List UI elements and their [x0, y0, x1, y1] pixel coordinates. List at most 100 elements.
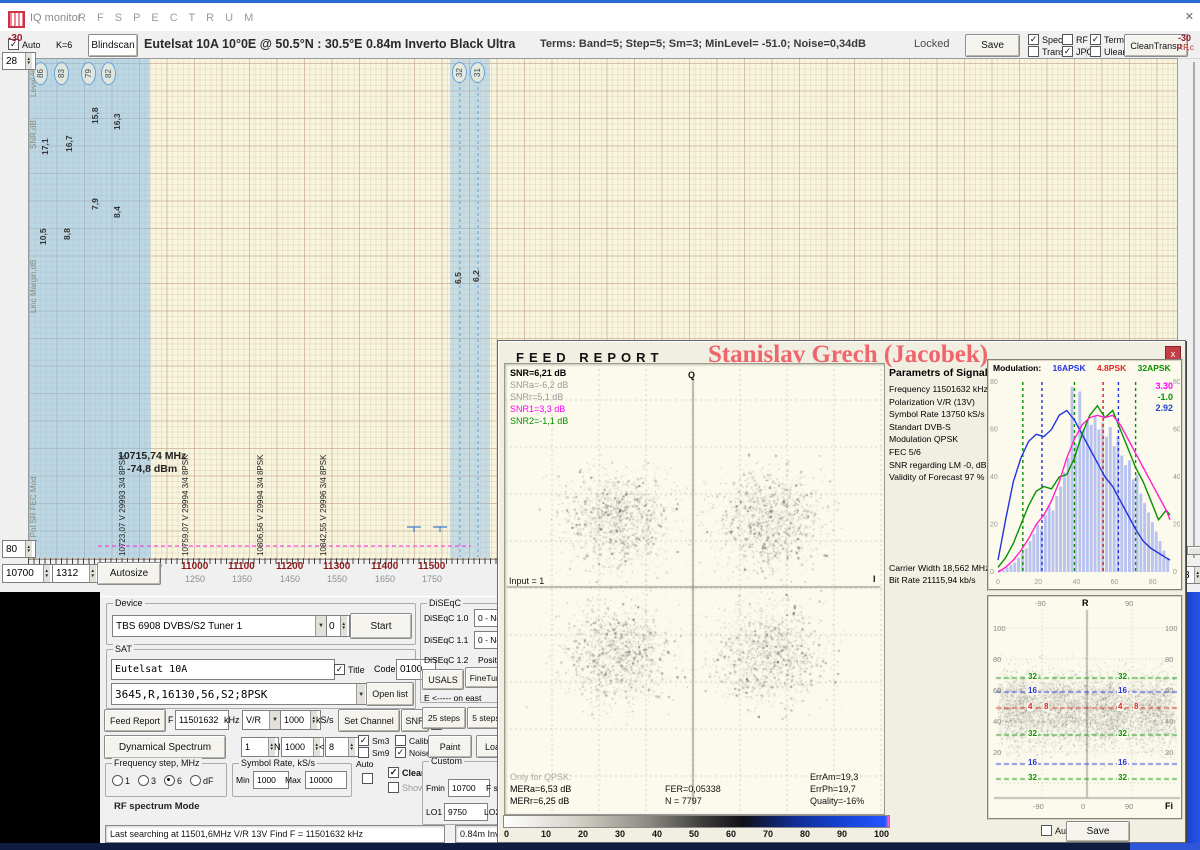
signal-params-title: Parametrs of Signal : — [889, 367, 987, 379]
snr-line: SNRa=-6,2 dB — [510, 380, 568, 390]
diseqc10-label: DiSEqC 1.0 — [424, 613, 468, 623]
svg-text:60: 60 — [1173, 427, 1180, 434]
auto-checkbox[interactable]: ✓Auto — [8, 39, 41, 50]
max-field[interactable]: 10000 — [305, 771, 347, 789]
frequency-field[interactable]: 11501632 — [175, 710, 229, 730]
steps25-button[interactable]: 25 steps — [422, 707, 466, 729]
mer-line: MERa=6,53 dB — [510, 784, 571, 794]
noise-checkbox[interactable]: ✓Noise — [395, 747, 431, 758]
bottom-limit-spinner[interactable]: 80▲▼ — [2, 540, 36, 558]
right-scrollbar[interactable] — [1193, 62, 1195, 558]
phase-ring-label: 32 — [1117, 730, 1128, 738]
lt-label: < — [319, 742, 324, 752]
min-field[interactable]: 1000 — [253, 771, 289, 789]
feed-save-button[interactable]: Save — [1066, 821, 1130, 842]
black-region — [0, 592, 100, 843]
app-title: IQ monitor — [30, 12, 81, 24]
phase-bottom-label: 90 — [1125, 802, 1133, 811]
svg-text:80: 80 — [1173, 379, 1180, 386]
phase-left-label: 80 — [993, 655, 1001, 664]
sr-spinner[interactable]: 1000▲▼ — [280, 710, 321, 730]
paint-button[interactable]: Paint — [428, 735, 472, 758]
signal-params-panel: Parametrs of Signal : Frequency 11501632… — [889, 367, 987, 587]
terms-label: Terms: Band=5; Step=5; Sm=3; MinLevel= -… — [540, 38, 866, 50]
close-icon[interactable]: ✕ — [1185, 10, 1194, 23]
mod-value: -1.0 — [1155, 392, 1173, 403]
toolbar-cb-rf[interactable]: ✓RF — [1062, 34, 1088, 45]
doc-title: R F S P E C T R U M — [78, 12, 257, 24]
n-spinner[interactable]: 1000▲▼ — [281, 737, 324, 757]
desktop-strip — [1186, 592, 1200, 843]
svg-text:20: 20 — [1173, 522, 1180, 529]
quality-scale-tick: 30 — [615, 829, 625, 839]
save-spectrum-button[interactable]: Save — [965, 34, 1020, 57]
phase-ring-label: 32 — [1027, 774, 1038, 782]
blindscan-button[interactable]: Blindscan — [88, 34, 138, 57]
depth-spinner[interactable]: 8▲▼ — [325, 737, 359, 757]
phase-fi-label: Fi — [1165, 801, 1173, 811]
legend-4.8psk: 4.8PSK — [1095, 363, 1127, 373]
phase-right-label: 80 — [1165, 655, 1173, 664]
app-icon — [8, 11, 25, 28]
taskbar[interactable] — [0, 843, 1200, 850]
quality-scale-tick: 50 — [689, 829, 699, 839]
svg-text:60: 60 — [1111, 579, 1119, 586]
phase-top-label: -90 — [1035, 599, 1046, 608]
mod-value: 2.92 — [1155, 403, 1173, 414]
svg-text:0: 0 — [990, 569, 994, 576]
fmin-spinner[interactable]: 10700▲▼ — [2, 564, 54, 583]
custom-fmin-field[interactable]: 10700 — [448, 779, 490, 797]
quality-scale-tick: 0 — [504, 829, 509, 839]
q-axis-label: Q — [688, 370, 695, 380]
phase-ring-label: 4 — [1027, 703, 1033, 711]
quality-scale-tick: 60 — [726, 829, 736, 839]
feed-report-button[interactable]: Feed Report — [104, 709, 166, 732]
calibr-checkbox[interactable]: ✓Calibr — [395, 735, 431, 746]
device-combo[interactable]: TBS 6908 DVBS/S2 Tuner 1▼ — [112, 615, 330, 637]
sat-name-field[interactable]: Eutelsat 10A — [111, 659, 335, 680]
signal-param-line: Symbol Rate 13750 kS/s — [889, 408, 987, 421]
device-index-spinner[interactable]: 0▲▼ — [326, 615, 350, 637]
x-axis-label-if: 1250 — [185, 574, 205, 584]
phase-ring-label: 32 — [1027, 673, 1038, 681]
sr-auto-label: Auto — [356, 759, 374, 769]
phase-ring-label: 32 — [1117, 673, 1128, 681]
sm9-checkbox[interactable]: ✓Sm9 — [358, 747, 389, 758]
control-panel: Device TBS 6908 DVBS/S2 Tuner 1▼ 0▲▼ Sta… — [100, 596, 510, 844]
lo1-field[interactable]: 9750 — [444, 803, 488, 821]
svg-text:80: 80 — [1149, 579, 1157, 586]
title-checkbox[interactable]: ✓Title — [334, 664, 365, 675]
step-df-radio[interactable]: dF — [190, 775, 214, 786]
right-scrollbar-thumb[interactable] — [1187, 546, 1200, 555]
step-1-radio[interactable]: 1 — [112, 775, 130, 786]
autosize-button[interactable]: Autosize — [97, 562, 161, 585]
start-button[interactable]: Start — [350, 613, 412, 639]
step-6-radio[interactable]: 6 — [164, 775, 182, 786]
err-line: Quality=-16% — [810, 796, 864, 806]
span-spinner[interactable]: 1312▲▼ — [52, 564, 100, 583]
toolbar-cb-jpg[interactable]: ✓JPG — [1062, 46, 1094, 57]
open-list-button[interactable]: Open list — [366, 682, 414, 706]
phase-right-label: 20 — [1165, 748, 1173, 757]
sr-auto-checkbox[interactable]: ✓ — [362, 773, 373, 784]
top-limit-spinner[interactable]: 28▲▼ — [2, 52, 36, 70]
svg-text:0: 0 — [996, 579, 1000, 586]
snr-line: SNR1=3,3 dB — [510, 404, 565, 414]
k-label: K=6 — [56, 40, 72, 50]
channel-combo[interactable]: 3645,R,16130,56,S2;8PSK▼ — [111, 683, 369, 705]
svg-text:40: 40 — [1173, 474, 1180, 481]
phase-left-label: 40 — [993, 717, 1001, 726]
step-3-radio[interactable]: 3 — [138, 775, 156, 786]
set-channel-button[interactable]: Set Channel — [338, 709, 400, 732]
toolbar-cb-ulean[interactable]: ✓Ulean — [1090, 46, 1128, 57]
phase-ring-label: 8 — [1043, 703, 1049, 711]
east-label: E <----- on east — [424, 693, 481, 703]
dynamical-spectrum-button[interactable]: Dynamical Spectrum — [104, 735, 226, 759]
toolbar-cb-terms[interactable]: ✓Terms — [1090, 34, 1129, 45]
signal-param-line: Validity of Forecast 97 % — [889, 471, 987, 484]
quality-scale-tick: 20 — [578, 829, 588, 839]
legend-16apsk: 16APSK — [1050, 363, 1085, 373]
usals-button[interactable]: USALS — [422, 669, 464, 690]
polarization-combo[interactable]: V/R▼ — [242, 710, 284, 730]
sm3-checkbox[interactable]: ✓Sm3 — [358, 735, 389, 746]
